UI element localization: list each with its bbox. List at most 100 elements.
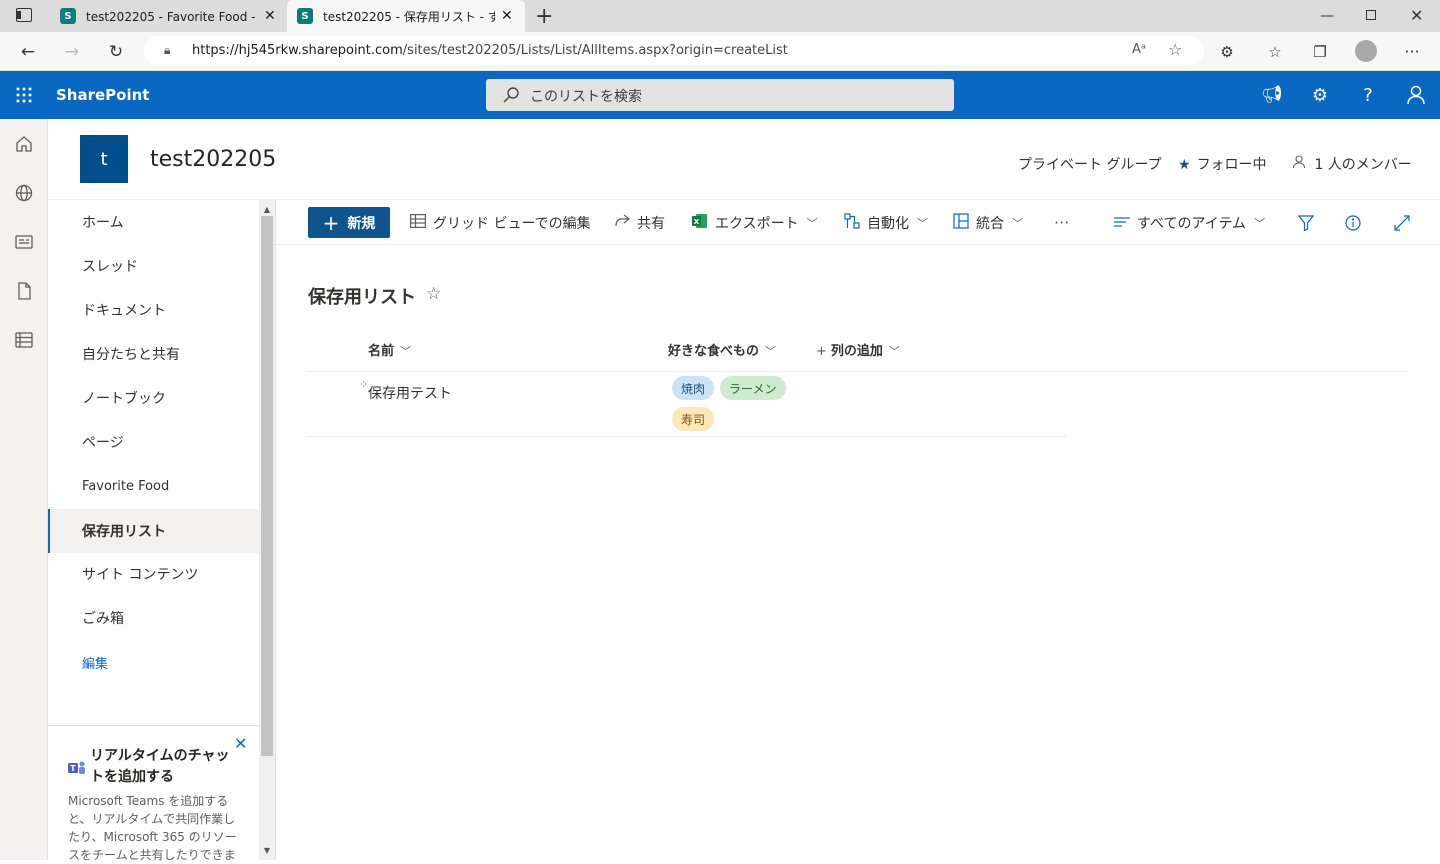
column-header-food[interactable]: 好きな食べもの ﹀ bbox=[668, 340, 776, 359]
new-label: 新規 bbox=[347, 215, 376, 232]
url-path: /sites/test202205/Lists/List/AllItems.as… bbox=[402, 43, 788, 58]
search-input[interactable]: このリストを検索 bbox=[486, 79, 954, 111]
nav-item-notebook[interactable]: ノートブック bbox=[48, 376, 259, 420]
teams-icon: T bbox=[68, 761, 85, 774]
sharepoint-favicon-icon: S bbox=[60, 8, 76, 24]
settings-more-icon[interactable]: ··· bbox=[1400, 32, 1424, 71]
scroll-thumb[interactable] bbox=[261, 216, 273, 756]
home-icon[interactable] bbox=[0, 120, 48, 168]
tab-actions-icon[interactable] bbox=[16, 8, 32, 22]
export-button[interactable]: X エクスポート ﹀ bbox=[692, 200, 818, 245]
integrate-button[interactable]: 統合 ﹀ bbox=[953, 200, 1023, 245]
help-icon[interactable]: ? bbox=[1344, 71, 1392, 119]
url-host: https://hj545rkw.sharepoint.com bbox=[192, 43, 403, 58]
browser-tab-favorite-food[interactable]: S test202205 - Favorite Food - すべ ✕ bbox=[56, 0, 282, 32]
view-selector[interactable]: すべてのアイテム ﹀ bbox=[1114, 200, 1265, 245]
close-tab-icon[interactable]: ✕ bbox=[264, 8, 276, 24]
food-chip: ラーメン bbox=[720, 376, 786, 400]
minimize-icon[interactable]: — bbox=[1320, 8, 1334, 24]
news-icon[interactable] bbox=[0, 218, 48, 266]
promo-title: リアルタイムのチャットを追加する bbox=[90, 748, 230, 785]
filter-icon[interactable] bbox=[1298, 200, 1314, 245]
close-window-icon[interactable]: ✕ bbox=[1410, 6, 1423, 25]
integrate-label: 統合 bbox=[976, 215, 1004, 232]
chevron-down-icon: ﹀ bbox=[400, 345, 412, 358]
item-title[interactable]: 保存用テスト bbox=[368, 383, 452, 403]
members-label: 1 人のメンバー bbox=[1314, 157, 1412, 173]
promo-body: Microsoft Teams を追加すると、リアルタイムで共同作業したり、Mi… bbox=[68, 794, 237, 862]
back-icon[interactable]: ← bbox=[16, 32, 40, 71]
column-header-name[interactable]: 名前 ﹀ bbox=[368, 340, 411, 359]
grid-edit-label: グリッド ビューでの編集 bbox=[433, 215, 591, 232]
privacy-label: プライベート グループ bbox=[1018, 157, 1162, 173]
new-button[interactable]: + 新規 bbox=[308, 207, 390, 238]
nav-item-documents[interactable]: ドキュメント bbox=[48, 288, 259, 332]
nav-item-threads[interactable]: スレッド bbox=[48, 244, 259, 288]
list-title: 保存用リスト bbox=[308, 287, 416, 308]
integrate-icon bbox=[953, 212, 969, 233]
follow-button[interactable]: ★ フォロー中 bbox=[1178, 154, 1267, 174]
more-commands-button[interactable]: ··· bbox=[1054, 200, 1069, 245]
suite-bar: SharePoint このリストを検索 📢︎ ⚙ ? bbox=[0, 71, 1440, 119]
lock-icon[interactable]: 🔒︎ bbox=[164, 43, 170, 58]
chevron-down-icon: ﹀ bbox=[806, 216, 818, 230]
site-navigation: ホーム スレッド ドキュメント 自分たちと共有 ノートブック ページ Favor… bbox=[48, 200, 259, 725]
svg-text:X: X bbox=[694, 218, 700, 226]
profile-avatar[interactable] bbox=[1355, 40, 1377, 62]
app-bar bbox=[0, 119, 48, 860]
restore-icon[interactable] bbox=[1366, 10, 1376, 20]
nav-edit-link[interactable]: 編集 bbox=[48, 640, 259, 684]
tab-title: test202205 - 保存用リスト - すべて bbox=[323, 9, 495, 24]
sharepoint-favicon-icon: S bbox=[297, 8, 313, 24]
collections-icon[interactable]: ❐ bbox=[1308, 32, 1332, 71]
app-launcher-icon[interactable] bbox=[0, 71, 48, 119]
column-label: 名前 bbox=[368, 344, 395, 359]
add-column-button[interactable]: + 列の追加 ﹀ bbox=[816, 340, 900, 359]
megaphone-icon[interactable]: 📢︎ bbox=[1248, 71, 1296, 119]
gear-icon[interactable]: ⚙ bbox=[1296, 71, 1344, 119]
chevron-down-icon: ﹀ bbox=[765, 345, 777, 358]
divider bbox=[275, 200, 276, 860]
forward-icon[interactable]: → bbox=[60, 32, 84, 71]
loading-spinner-icon: ⁘ bbox=[359, 378, 369, 391]
url-field[interactable]: 🔒︎ https://hj545rkw.sharepoint.com/sites… bbox=[144, 36, 1204, 66]
info-icon[interactable] bbox=[1345, 200, 1361, 245]
favorites-icon[interactable]: ☆ bbox=[1263, 32, 1287, 71]
app-name[interactable]: SharePoint bbox=[56, 86, 149, 104]
nav-item-favorite-food[interactable]: Favorite Food bbox=[48, 464, 259, 508]
svg-text:T: T bbox=[70, 764, 76, 773]
nav-scrollbar[interactable]: ▲ ▼ bbox=[259, 200, 275, 860]
expand-icon[interactable] bbox=[1394, 200, 1410, 245]
site-title[interactable]: test202205 bbox=[150, 147, 276, 172]
close-tab-icon[interactable]: ✕ bbox=[501, 8, 513, 24]
lists-icon[interactable] bbox=[0, 316, 48, 364]
automate-button[interactable]: 自動化 ﹀ bbox=[844, 200, 928, 245]
scroll-up-icon[interactable]: ▲ bbox=[259, 202, 275, 216]
globe-icon[interactable] bbox=[0, 169, 48, 217]
nav-item-home[interactable]: ホーム bbox=[48, 200, 259, 244]
star-icon[interactable]: ☆ bbox=[426, 284, 441, 304]
add-favorite-icon[interactable]: ☆ bbox=[1168, 40, 1182, 59]
nav-item-shared-with-us[interactable]: 自分たちと共有 bbox=[48, 332, 259, 376]
nav-item-recycle-bin[interactable]: ごみ箱 bbox=[48, 596, 259, 640]
scroll-down-icon[interactable]: ▼ bbox=[259, 843, 275, 857]
site-logo[interactable]: t bbox=[80, 135, 128, 183]
nav-item-site-contents[interactable]: サイト コンテンツ bbox=[48, 552, 259, 596]
read-aloud-icon[interactable]: Aᵃ bbox=[1132, 42, 1146, 57]
browser-tab-hozon-list[interactable]: S test202205 - 保存用リスト - すべて ✕ bbox=[287, 0, 525, 32]
account-icon[interactable] bbox=[1392, 71, 1440, 119]
grid-edit-button[interactable]: グリッド ビューでの編集 bbox=[410, 200, 591, 245]
members-button[interactable]: 1 人のメンバー bbox=[1292, 154, 1412, 174]
chevron-down-icon: ﹀ bbox=[888, 345, 900, 358]
follow-label: フォロー中 bbox=[1196, 157, 1267, 173]
nav-item-pages[interactable]: ページ bbox=[48, 420, 259, 464]
nav-item-hozon-list[interactable]: 保存用リスト bbox=[48, 509, 259, 553]
document-icon[interactable] bbox=[0, 267, 48, 315]
food-chip: 寿司 bbox=[672, 407, 715, 431]
table-row[interactable]: ⁘ 保存用テスト 焼肉 ラーメン 寿司 bbox=[308, 372, 1066, 436]
extensions-icon[interactable]: ⚙ bbox=[1215, 32, 1239, 71]
share-button[interactable]: 共有 bbox=[614, 200, 665, 245]
food-chip: 焼肉 bbox=[672, 376, 715, 400]
new-tab-icon[interactable]: + bbox=[535, 4, 553, 29]
refresh-icon[interactable]: ↻ bbox=[104, 32, 128, 71]
